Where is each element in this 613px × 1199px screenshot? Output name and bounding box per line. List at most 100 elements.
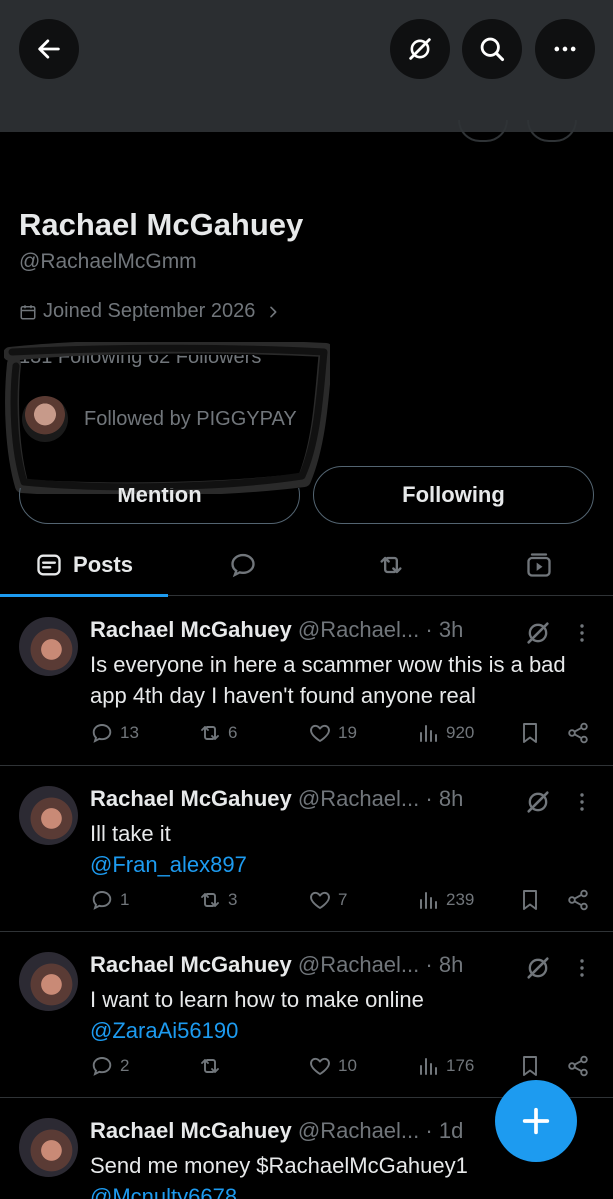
views-icon bbox=[420, 1058, 437, 1075]
chevron-right-icon bbox=[270, 306, 277, 317]
heart-icon bbox=[310, 1057, 330, 1075]
reply-count: 2 bbox=[120, 1056, 130, 1075]
reply-button[interactable]: 13 bbox=[90, 721, 139, 745]
post-actions: 1 3 7 239 bbox=[90, 888, 600, 916]
compose-button[interactable] bbox=[495, 1080, 577, 1162]
tab-media[interactable] bbox=[496, 534, 582, 596]
post-actions: 13 6 19 920 bbox=[90, 721, 600, 749]
like-button[interactable]: 10 bbox=[308, 1054, 357, 1078]
post-text: Send me money $RachaelMcGahuey1 @Mcnulty… bbox=[90, 1150, 590, 1199]
bookmark-icon bbox=[523, 723, 537, 743]
post-item[interactable]: Rachael McGahuey @Rachael... · 8h Ill ta… bbox=[0, 766, 613, 932]
profile-banner bbox=[0, 0, 613, 132]
repost-icon bbox=[201, 726, 219, 740]
tab-posts[interactable]: Posts bbox=[0, 534, 168, 597]
hidden-button-edge bbox=[527, 120, 577, 142]
post-author-handle[interactable]: @Rachael... bbox=[298, 952, 419, 977]
post-header: Rachael McGahuey @Rachael... · 8h bbox=[90, 952, 463, 978]
post-mention-link[interactable]: @ZaraAi56190 bbox=[90, 1015, 590, 1046]
post-time[interactable]: · 8h bbox=[425, 786, 463, 811]
share-button[interactable] bbox=[566, 721, 590, 745]
profile-handle: @RachaelMcGmm bbox=[19, 250, 197, 273]
more-vertical-icon[interactable] bbox=[570, 619, 594, 647]
views-button[interactable]: 920 bbox=[416, 721, 474, 745]
post-item[interactable]: Rachael McGahuey @Rachael... · 3h Is eve… bbox=[0, 597, 613, 766]
post-item[interactable]: Rachael McGahuey @Rachael... · 8h I want… bbox=[0, 932, 613, 1098]
post-text: Ill take it @Fran_alex897 bbox=[90, 818, 590, 880]
like-button[interactable]: 19 bbox=[308, 721, 357, 745]
post-author-handle[interactable]: @Rachael... bbox=[298, 617, 419, 642]
repost-icon bbox=[201, 893, 219, 907]
post-author-name[interactable]: Rachael McGahuey bbox=[90, 617, 292, 642]
reply-count: 1 bbox=[120, 890, 130, 909]
post-header: Rachael McGahuey @Rachael... · 3h bbox=[90, 617, 463, 643]
grok-icon[interactable] bbox=[524, 619, 552, 647]
grok-icon[interactable] bbox=[524, 788, 552, 816]
reply-button[interactable]: 2 bbox=[90, 1054, 129, 1078]
bookmark-icon bbox=[523, 1056, 537, 1076]
post-author-name[interactable]: Rachael McGahuey bbox=[90, 786, 292, 811]
post-avatar[interactable] bbox=[19, 1118, 78, 1177]
reply-count: 13 bbox=[120, 723, 139, 742]
repost-icon bbox=[201, 1059, 219, 1073]
bookmark-button[interactable] bbox=[518, 1054, 542, 1078]
grok-button[interactable] bbox=[390, 19, 450, 79]
post-avatar[interactable] bbox=[19, 786, 78, 845]
repost-button[interactable]: 6 bbox=[198, 721, 237, 745]
joined-text: Joined September 2026 bbox=[43, 300, 256, 322]
views-button[interactable]: 176 bbox=[416, 1054, 474, 1078]
post-avatar[interactable] bbox=[19, 617, 78, 676]
more-vertical-icon[interactable] bbox=[570, 954, 594, 982]
views-icon bbox=[420, 892, 437, 909]
post-avatar[interactable] bbox=[19, 952, 78, 1011]
arrow-left-icon bbox=[38, 39, 60, 59]
post-text-line: I want to learn how to make online bbox=[90, 987, 424, 1012]
post-mention-link[interactable]: @Mcnulty6678 bbox=[90, 1181, 590, 1199]
like-button[interactable]: 7 bbox=[308, 888, 347, 912]
tab-posts-label: Posts bbox=[73, 552, 133, 577]
repost-button[interactable]: 3 bbox=[198, 888, 237, 912]
grok-icon[interactable] bbox=[524, 954, 552, 982]
reply-button[interactable]: 1 bbox=[90, 888, 129, 912]
post-actions: 2 10 176 bbox=[90, 1054, 600, 1082]
post-author-name[interactable]: Rachael McGahuey bbox=[90, 952, 292, 977]
share-icon bbox=[568, 1055, 588, 1077]
post-author-handle[interactable]: @Rachael... bbox=[298, 786, 419, 811]
bookmark-button[interactable] bbox=[518, 721, 542, 745]
more-button[interactable] bbox=[535, 19, 595, 79]
post-text: Is everyone in here a scammer wow this i… bbox=[90, 652, 566, 708]
back-button[interactable] bbox=[19, 19, 79, 79]
post-time[interactable]: · 1d bbox=[425, 1118, 463, 1143]
reply-icon bbox=[92, 891, 112, 910]
post-author-handle[interactable]: @Rachael... bbox=[298, 1118, 419, 1143]
post-mention-link[interactable]: @Fran_alex897 bbox=[90, 849, 590, 880]
share-icon bbox=[568, 722, 588, 744]
media-icon bbox=[527, 553, 551, 577]
post-text-line: Ill take it bbox=[90, 821, 171, 846]
views-count: 176 bbox=[446, 1056, 475, 1075]
joined-row[interactable]: Joined September 2026 bbox=[19, 300, 281, 323]
grok-icon bbox=[409, 38, 431, 60]
reposts-icon bbox=[380, 556, 402, 574]
like-count: 7 bbox=[338, 890, 348, 909]
bookmark-icon bbox=[523, 890, 537, 910]
more-vertical-icon[interactable] bbox=[570, 788, 594, 816]
repost-count: 3 bbox=[228, 890, 238, 909]
tab-replies[interactable] bbox=[200, 534, 286, 596]
heart-icon bbox=[310, 724, 330, 742]
repost-count: 6 bbox=[228, 723, 238, 742]
tab-reposts[interactable] bbox=[348, 534, 434, 596]
search-button[interactable] bbox=[462, 19, 522, 79]
post-time[interactable]: · 8h bbox=[425, 952, 463, 977]
bookmark-button[interactable] bbox=[518, 888, 542, 912]
share-button[interactable] bbox=[566, 1054, 590, 1078]
following-button[interactable]: Following bbox=[313, 466, 594, 524]
plus-icon bbox=[522, 1107, 550, 1135]
views-button[interactable]: 239 bbox=[416, 888, 474, 912]
post-author-name[interactable]: Rachael McGahuey bbox=[90, 1118, 292, 1143]
repost-button[interactable] bbox=[198, 1054, 228, 1078]
share-button[interactable] bbox=[566, 888, 590, 912]
reply-icon bbox=[92, 724, 112, 743]
post-time[interactable]: · 3h bbox=[425, 617, 463, 642]
search-icon bbox=[480, 37, 505, 62]
